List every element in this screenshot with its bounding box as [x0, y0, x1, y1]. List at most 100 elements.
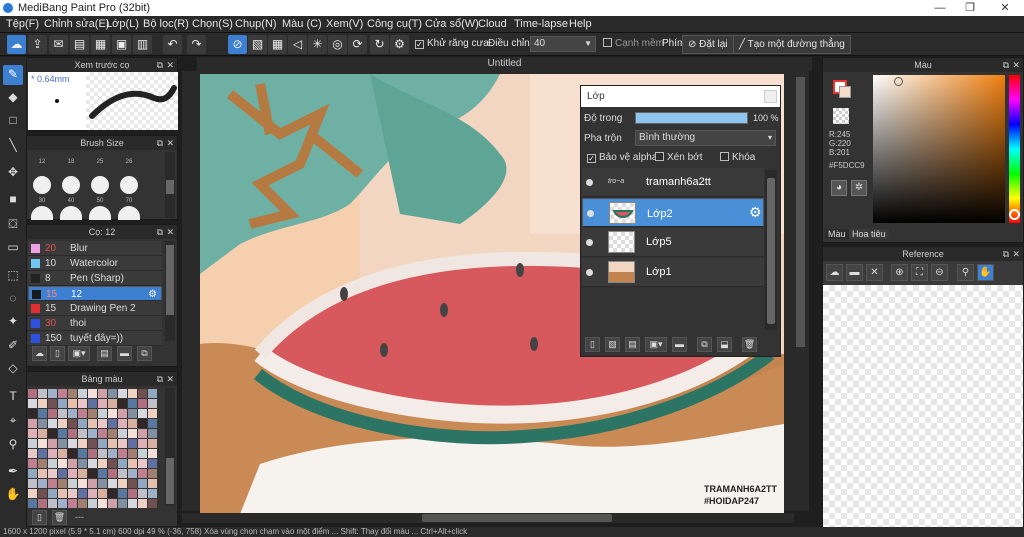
color-swatch[interactable]: [148, 439, 157, 448]
color-swatch[interactable]: [98, 479, 107, 488]
clip-checkbox[interactable]: [655, 152, 664, 161]
color-swatch[interactable]: [98, 449, 107, 458]
color-swatch[interactable]: [78, 469, 87, 478]
color-swatch[interactable]: [128, 469, 137, 478]
color-swatch[interactable]: [138, 389, 147, 398]
color-swatch[interactable]: [68, 479, 77, 488]
folder-icon[interactable]: ▬: [672, 337, 687, 352]
divide-tool-icon[interactable]: ⌖: [3, 411, 23, 431]
canvas-tab[interactable]: Untitled: [197, 57, 812, 71]
brush-size-scrollbar[interactable]: [165, 152, 175, 218]
color-swatch[interactable]: [148, 449, 157, 458]
color-swatch[interactable]: [38, 399, 47, 408]
visibility-icon[interactable]: [587, 210, 594, 217]
color-swatch[interactable]: [68, 439, 77, 448]
upload-icon[interactable]: ⇪: [28, 35, 47, 54]
color-swatch[interactable]: [28, 399, 37, 408]
clip-option[interactable]: Xén bớt: [655, 152, 702, 163]
color-swatch[interactable]: [118, 399, 127, 408]
add-layer-menu-icon[interactable]: ▣▾: [645, 337, 667, 352]
color-swatch[interactable]: [28, 479, 37, 488]
color-settings-icon[interactable]: ✲: [851, 180, 867, 196]
color-swatch[interactable]: [148, 479, 157, 488]
reference-view[interactable]: [823, 285, 1023, 527]
layer-scrollbar[interactable]: [765, 170, 777, 330]
color-swatch[interactable]: [98, 409, 107, 418]
color-swatch[interactable]: [78, 409, 87, 418]
color-swatch[interactable]: [28, 389, 37, 398]
color-swatch[interactable]: [38, 489, 47, 498]
color-swatch[interactable]: [88, 419, 97, 428]
protect-alpha-checkbox[interactable]: ✓: [587, 154, 596, 163]
color-swatch[interactable]: [128, 449, 137, 458]
bucket-tool-icon[interactable]: ⛋: [3, 215, 23, 235]
color-swatch[interactable]: [118, 489, 127, 498]
open-folder-icon[interactable]: ▬: [846, 264, 863, 281]
color-swatch[interactable]: [78, 459, 87, 468]
protect-alpha-option[interactable]: ✓ Bảo vệ alpha: [587, 152, 657, 163]
close-reference-icon[interactable]: ✕: [866, 264, 883, 281]
gradient-tool-icon[interactable]: ▭: [3, 238, 23, 258]
color-swatch[interactable]: [58, 399, 67, 408]
color-swatch[interactable]: [68, 429, 77, 438]
delete-layer-icon[interactable]: 🗑: [742, 337, 757, 352]
color-swatch[interactable]: [68, 459, 77, 468]
color-swatch[interactable]: [68, 409, 77, 418]
new-halftone-layer-icon[interactable]: ▧: [605, 337, 620, 352]
close-icon[interactable]: ✕: [166, 372, 174, 386]
color-swatch[interactable]: [28, 439, 37, 448]
no-select-icon[interactable]: ⊘: [228, 35, 247, 54]
soft-edge-option[interactable]: Cạnh mềm: [603, 38, 664, 49]
cloud-icon[interactable]: ☁: [7, 35, 26, 54]
text-tool-icon[interactable]: T: [3, 387, 23, 407]
color-swatch[interactable]: [108, 419, 117, 428]
color-swatch[interactable]: [108, 439, 117, 448]
layer-row[interactable]: Lớp1: [582, 258, 764, 287]
color-swatch[interactable]: [78, 399, 87, 408]
color-swatch[interactable]: [108, 489, 117, 498]
color-swatch[interactable]: [58, 489, 67, 498]
tab-color[interactable]: Màu: [825, 229, 849, 239]
close-icon[interactable]: ✕: [166, 136, 174, 150]
color-swatch[interactable]: [48, 499, 57, 508]
color-swatch[interactable]: [78, 389, 87, 398]
duplicate-layer-icon[interactable]: ⧉: [697, 337, 712, 352]
color-swatch[interactable]: [148, 419, 157, 428]
select-eraser-icon[interactable]: ◇: [3, 359, 23, 379]
color-swatch[interactable]: [118, 479, 127, 488]
color-swatch[interactable]: [88, 429, 97, 438]
perspective-icon[interactable]: ◁: [288, 35, 307, 54]
color-swatch[interactable]: [108, 409, 117, 418]
color-swatch[interactable]: [128, 419, 137, 428]
blend-mode-select[interactable]: Bình thường ▾: [635, 130, 776, 146]
brush-size-dot[interactable]: [118, 206, 140, 220]
lock-option[interactable]: Khóa: [720, 152, 755, 163]
move-tool-icon[interactable]: ✥: [3, 163, 23, 183]
magic-wand-icon[interactable]: ✦: [3, 312, 23, 332]
color-swatch[interactable]: [128, 439, 137, 448]
brush-size-dot[interactable]: [31, 206, 53, 220]
color-swatch[interactable]: [108, 479, 117, 488]
menu-tools[interactable]: Công cụ(T): [367, 18, 422, 30]
color-swatch[interactable]: [138, 399, 147, 408]
color-swatch[interactable]: [38, 439, 47, 448]
color-swatch[interactable]: [138, 459, 147, 468]
color-swatch[interactable]: [28, 499, 37, 508]
color-swatch[interactable]: [68, 399, 77, 408]
new-line-button[interactable]: ╱ Tạo một đường thẳng: [733, 35, 851, 54]
brush-size-dot[interactable]: [120, 176, 138, 194]
canvas-horizontal-scrollbar[interactable]: [182, 513, 794, 523]
color-swatch[interactable]: [108, 499, 117, 508]
color-swatch[interactable]: [88, 499, 97, 508]
brush-item[interactable]: 10 Watercolor: [28, 256, 162, 271]
color-swatch[interactable]: [128, 459, 137, 468]
color-swatch[interactable]: [38, 459, 47, 468]
brush-list-scrollbar[interactable]: [165, 241, 175, 341]
color-swatch[interactable]: [128, 399, 137, 408]
color-swatch[interactable]: [108, 469, 117, 478]
color-swatch[interactable]: [48, 469, 57, 478]
adjust-select[interactable]: 40 ▼: [530, 36, 596, 52]
brush-size-dot[interactable]: [60, 206, 82, 220]
color-swatch[interactable]: [48, 479, 57, 488]
menu-color[interactable]: Màu (C): [282, 18, 322, 30]
